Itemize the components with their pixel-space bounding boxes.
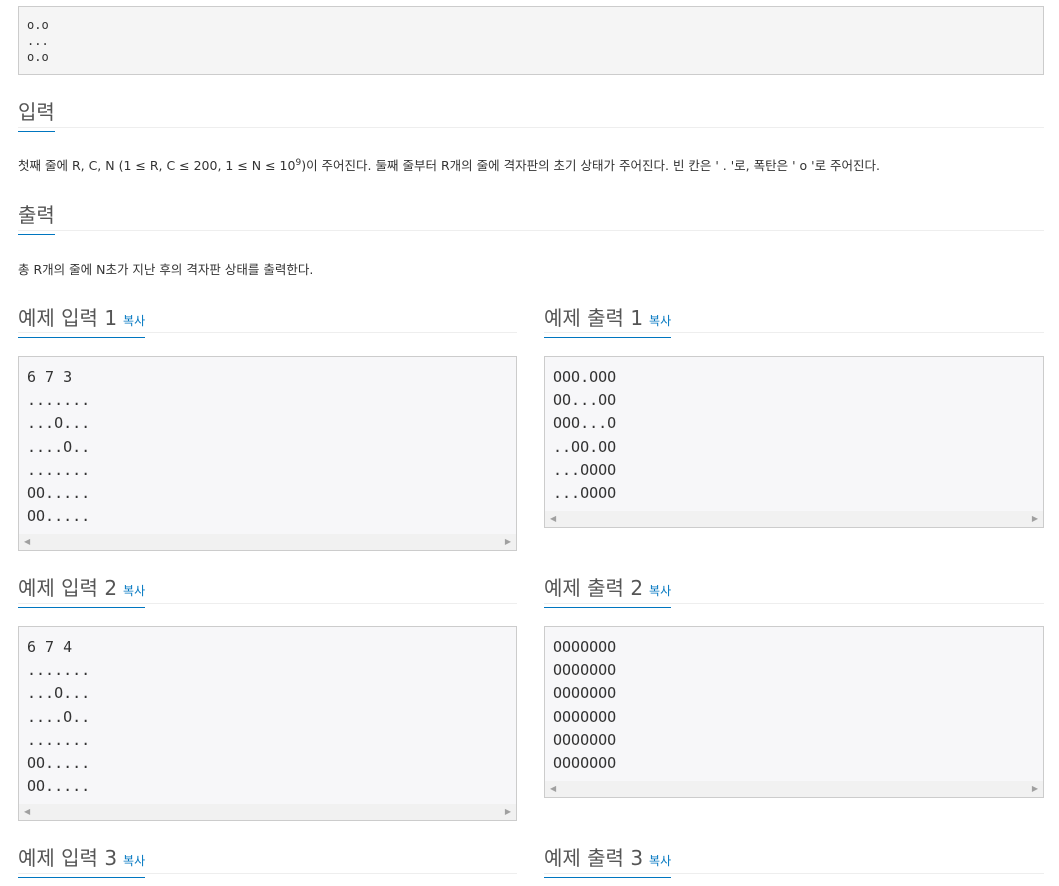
code-line: ...OOOO	[553, 484, 617, 503]
pre-line: ...	[27, 34, 49, 48]
pre-line: o.o	[27, 50, 49, 64]
horizontal-scrollbar[interactable]: ◀ ▶	[545, 511, 1043, 527]
code-line: OOOOOOO	[553, 707, 617, 726]
sample-input-2-box[interactable]: 6 7 4 ....... ...O... ....O.. ....... OO…	[18, 626, 517, 821]
sample-input-3-title: 예제 입력 3	[18, 846, 118, 870]
section-divider	[18, 230, 1044, 231]
sample-output-1-box[interactable]: OOO.OOO OO...OO OOO...O ..OO.OO ...OOOO …	[544, 356, 1044, 528]
sample-output-2-box[interactable]: OOOOOOO OOOOOOO OOOOOOO OOOOOOO OOOOOOO …	[544, 626, 1044, 798]
previous-example-block: o.o ... o.o	[18, 6, 1044, 75]
sample-output-2-header: 예제 출력 2 복사	[544, 572, 672, 608]
horizontal-scrollbar[interactable]: ◀ ▶	[545, 781, 1043, 797]
code-line: OO...OO	[553, 391, 617, 410]
input-description-text-rest: )이 주어진다. 둘째 줄부터 R개의 줄에 격자판의 초기 상태가 주어진다.…	[301, 158, 881, 173]
code-line: OOO...O	[553, 414, 617, 433]
code-line: .......	[27, 391, 91, 410]
code-line: .......	[27, 730, 91, 749]
scroll-right-icon[interactable]: ▶	[1032, 784, 1038, 793]
copy-button[interactable]: 복사	[649, 584, 671, 598]
sample-output-1-title: 예제 출력 1	[544, 306, 644, 330]
code-line: OO.....	[27, 507, 91, 526]
horizontal-scrollbar[interactable]: ◀ ▶	[19, 534, 516, 550]
sample-input-2-title: 예제 입력 2	[18, 576, 118, 600]
code-line: OOOOOOO	[553, 754, 617, 773]
code-line: .......	[27, 661, 91, 680]
copy-button[interactable]: 복사	[123, 584, 145, 598]
copy-button[interactable]: 복사	[123, 854, 145, 868]
sample-output-3-title: 예제 출력 3	[544, 846, 644, 870]
code-line: ...O...	[27, 414, 91, 433]
section-divider	[18, 127, 1044, 128]
code-line: OO.....	[27, 484, 91, 503]
copy-button[interactable]: 복사	[649, 314, 671, 328]
scroll-right-icon[interactable]: ▶	[505, 807, 511, 816]
copy-button[interactable]: 복사	[649, 854, 671, 868]
code-line: OO.....	[27, 777, 91, 796]
input-description-text: 첫째 줄에 R, C, N (1 ≤ R, C ≤ 200, 1 ≤ N ≤ 1…	[18, 158, 296, 173]
output-section-header: 출력	[18, 199, 55, 235]
sample-input-1-box[interactable]: 6 7 3 ....... ...O... ....O.. ....... OO…	[18, 356, 517, 551]
sample-output-2-title: 예제 출력 2	[544, 576, 644, 600]
code-line: OOOOOOO	[553, 730, 617, 749]
code-line: OO.....	[27, 754, 91, 773]
scroll-left-icon[interactable]: ◀	[550, 784, 556, 793]
code-line: OOOOOOO	[553, 684, 617, 703]
input-section-header: 입력	[18, 96, 55, 132]
code-line: OOO.OOO	[553, 368, 617, 386]
code-line: OOOOOOO	[553, 661, 617, 680]
code-line: ...O...	[27, 684, 91, 703]
output-description: 총 R개의 줄에 N초가 지난 후의 격자판 상태를 출력한다.	[18, 262, 314, 277]
sample-output-3-header: 예제 출력 3 복사	[544, 842, 672, 878]
code-line: OOOOOOO	[553, 638, 617, 656]
input-description: 첫째 줄에 R, C, N (1 ≤ R, C ≤ 200, 1 ≤ N ≤ 1…	[18, 155, 880, 174]
code-line: ...OOOO	[553, 460, 617, 479]
code-line: .......	[27, 460, 91, 479]
scroll-right-icon[interactable]: ▶	[505, 537, 511, 546]
scroll-left-icon[interactable]: ◀	[24, 537, 30, 546]
code-line: ..OO.OO	[553, 437, 617, 456]
code-line: 6 7 4	[27, 638, 73, 656]
scroll-right-icon[interactable]: ▶	[1032, 514, 1038, 523]
scroll-left-icon[interactable]: ◀	[550, 514, 556, 523]
copy-button[interactable]: 복사	[123, 314, 145, 328]
sample-input-3-header: 예제 입력 3 복사	[18, 842, 146, 878]
code-line: ....O..	[27, 707, 91, 726]
sample-output-1-header: 예제 출력 1 복사	[544, 302, 672, 338]
code-line: 6 7 3	[27, 368, 73, 386]
input-section-title: 입력	[18, 96, 55, 132]
sample-input-1-title: 예제 입력 1	[18, 306, 118, 330]
pre-line: o.o	[27, 18, 49, 32]
sample-input-1-header: 예제 입력 1 복사	[18, 302, 146, 338]
scroll-left-icon[interactable]: ◀	[24, 807, 30, 816]
horizontal-scrollbar[interactable]: ◀ ▶	[19, 804, 516, 820]
sample-input-2-header: 예제 입력 2 복사	[18, 572, 146, 608]
code-line: ....O..	[27, 437, 91, 456]
output-section-title: 출력	[18, 199, 55, 235]
